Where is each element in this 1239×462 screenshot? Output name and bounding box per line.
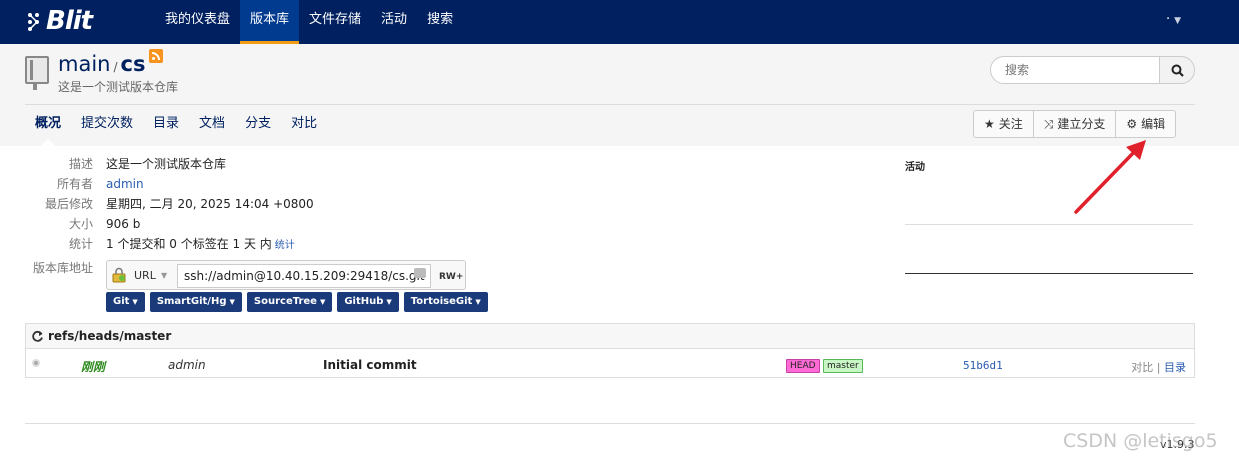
tab-compare[interactable]: 对比: [281, 110, 327, 138]
logo-mark-icon: [28, 13, 39, 31]
tab-docs[interactable]: 文档: [189, 110, 235, 138]
summary-key: 大小: [68, 217, 93, 231]
caret-down-icon: ▼: [475, 298, 481, 306]
user-menu-label: ·: [1166, 12, 1171, 27]
commit-author[interactable]: admin: [168, 358, 206, 372]
access-permission-badge: RW+: [439, 272, 464, 282]
rss-feed-icon[interactable]: [149, 49, 164, 63]
client-button-github[interactable]: GitHub ▼: [337, 292, 399, 312]
branch-panel: refs/heads/master 刚刚 admin Initial commi…: [25, 323, 1195, 378]
repo-name[interactable]: cs: [121, 52, 146, 76]
nav-dashboard[interactable]: 我的仪表盘: [155, 0, 240, 44]
watch-button[interactable]: ★ 关注: [974, 111, 1033, 137]
link-separator: |: [1156, 361, 1161, 374]
caret-down-icon: ▼: [386, 298, 392, 306]
client-button-sourcetree[interactable]: SourceTree ▼: [246, 292, 333, 312]
branch-header: refs/heads/master: [26, 324, 1194, 349]
user-menu[interactable]: · ▼: [1166, 12, 1181, 27]
summary-key: 版本库地址: [32, 261, 93, 275]
nav-repositories[interactable]: 版本库: [240, 0, 300, 44]
top-navbar: Blit 我的仪表盘 版本库 文件存储 活动 搜索 · ▼: [0, 0, 1239, 44]
repository-book-icon: [25, 56, 49, 90]
commit-sha[interactable]: 51b6d1: [963, 359, 1003, 372]
nav-search[interactable]: 搜索: [417, 0, 463, 44]
refresh-icon: [32, 330, 43, 342]
repo-description: 这是一个测试版本仓库: [58, 80, 179, 94]
watermark: CSDN @letisgo5: [1063, 430, 1218, 452]
tab-branches[interactable]: 分支: [235, 110, 281, 138]
search-icon: [1171, 64, 1184, 77]
header-divider: [25, 104, 1195, 105]
url-protocol-label[interactable]: URL: [134, 268, 156, 284]
search-box: [990, 56, 1195, 84]
summary-key: 统计: [68, 237, 93, 251]
commit-message[interactable]: Initial commit: [323, 358, 417, 372]
repo-owner-path[interactable]: main: [58, 52, 110, 76]
summary-value: 1 个提交和 0 个标签在 1 天 内: [106, 237, 272, 251]
logo-text: Blit: [46, 6, 93, 36]
summary-value: 星期四, 二月 20, 2025 14:04 +0800: [106, 197, 314, 211]
client-button-tortoisegit[interactable]: TortoiseGit ▼: [403, 292, 488, 312]
tab-commits[interactable]: 提交次数: [71, 110, 143, 138]
activity-axis: [905, 273, 1193, 274]
caret-down-icon: ▼: [319, 298, 326, 306]
tree-link[interactable]: 目录: [1164, 361, 1186, 374]
main-nav: 我的仪表盘 版本库 文件存储 活动 搜索: [155, 0, 463, 44]
chevron-down-icon: ▼: [1174, 16, 1182, 26]
activity-title: 活动: [905, 162, 925, 173]
client-button-git[interactable]: Git ▼: [106, 292, 145, 312]
summary-key: 最后修改: [44, 197, 93, 211]
summary-value: 906 b: [106, 217, 141, 231]
branch-ref[interactable]: refs/heads/master: [48, 329, 171, 343]
stats-link[interactable]: 统计: [275, 240, 295, 251]
lock-icon: [112, 267, 126, 283]
search-button[interactable]: [1159, 56, 1195, 84]
summary-value: 这是一个测试版本仓库: [106, 157, 227, 171]
search-input[interactable]: [990, 56, 1160, 84]
summary-key: 描述: [68, 157, 93, 171]
annotation-arrow-icon: [1074, 140, 1146, 214]
footer-divider: [25, 423, 1195, 424]
watch-label: 关注: [998, 117, 1023, 131]
nav-filestore[interactable]: 文件存储: [299, 0, 371, 44]
ref-badge-master[interactable]: master: [823, 359, 863, 373]
fork-label: 建立分支: [1057, 117, 1106, 131]
star-icon: ★: [984, 117, 995, 131]
commit-dot-icon: [32, 359, 40, 367]
ref-badge-head[interactable]: HEAD: [786, 359, 820, 373]
compare-link[interactable]: 对比: [1131, 361, 1153, 374]
shuffle-icon: ⤨: [1043, 117, 1054, 131]
commit-links: 对比 | 目录: [1131, 359, 1186, 375]
repo-tabs: 概况 提交次数 目录 文档 分支 对比: [25, 110, 327, 146]
edit-label: 编辑: [1141, 117, 1166, 131]
owner-link[interactable]: admin: [106, 177, 144, 191]
activity-gridline: [905, 224, 1193, 225]
commit-row: 刚刚 admin Initial commit HEAD master 51b6…: [26, 350, 1194, 378]
nav-activity[interactable]: 活动: [371, 0, 417, 44]
client-button-smartgit[interactable]: SmartGit/Hg ▼: [149, 292, 242, 312]
copy-clipboard-icon[interactable]: [414, 268, 426, 278]
repo-url-box: URL ▼ ssh://admin@10.40.15.209:29418/cs.…: [106, 260, 466, 290]
git-client-buttons: Git ▼ SmartGit/Hg ▼ SourceTree ▼ GitHub ▼ To…: [106, 292, 493, 312]
commit-time: 刚刚: [81, 360, 106, 374]
repo-url-field[interactable]: ssh://admin@10.40.15.209:29418/cs.git: [177, 264, 431, 288]
caret-down-icon: ▼: [229, 298, 235, 306]
tab-tree[interactable]: 目录: [143, 110, 189, 138]
repo-title: main / cs: [58, 49, 164, 76]
caret-down-icon: ▼: [132, 298, 138, 306]
tab-summary[interactable]: 概况: [25, 110, 71, 146]
repo-header: main/cs 这是一个测试版本仓库 概况 提交次数 目录 文档 分支 对比 ★…: [0, 44, 1239, 146]
chevron-down-icon[interactable]: ▼: [161, 268, 167, 284]
summary-key: 所有者: [56, 177, 93, 191]
